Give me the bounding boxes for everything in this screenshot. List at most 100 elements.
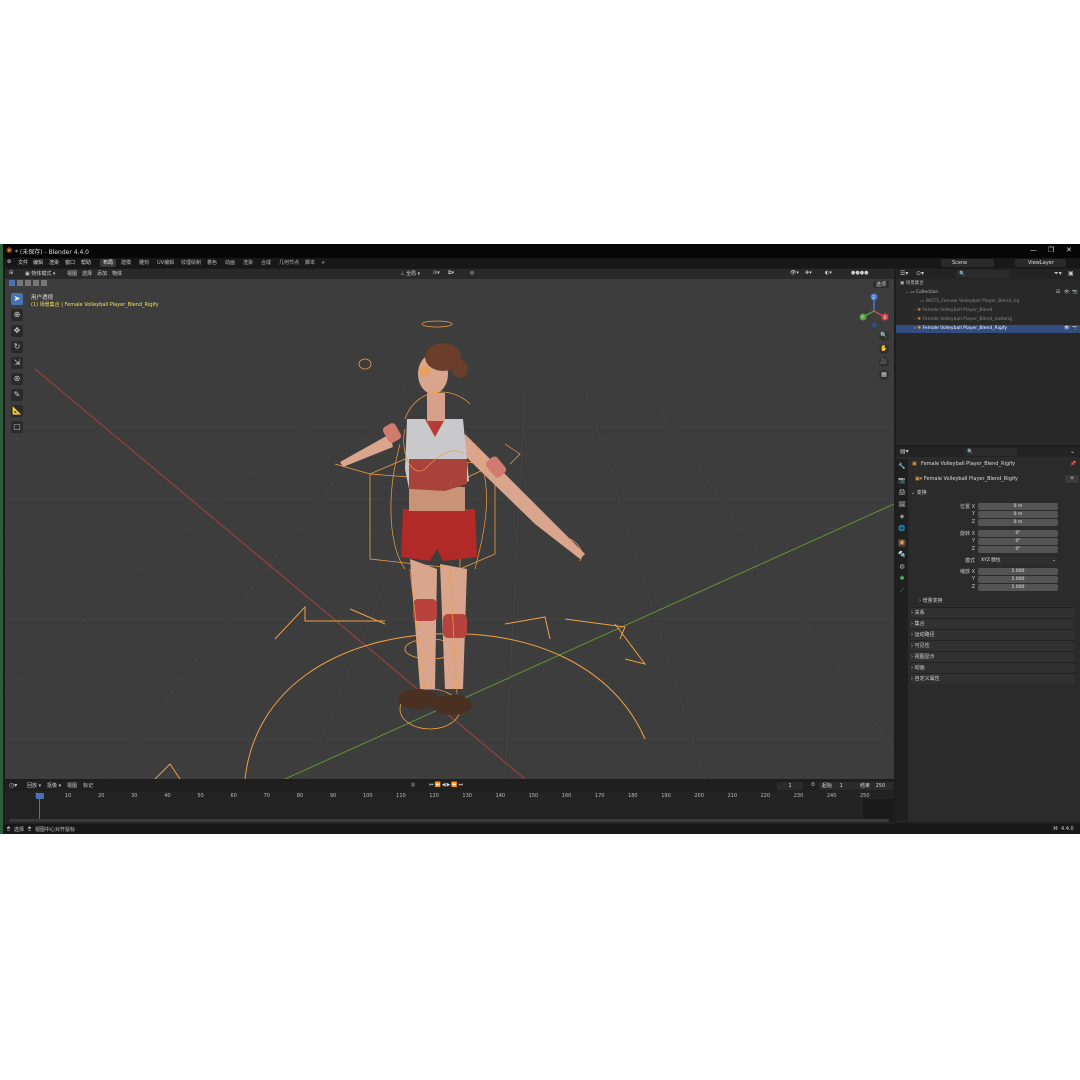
new-collection-icon[interactable]: ▣	[1068, 270, 1074, 277]
add-workspace-button[interactable]: +	[318, 259, 328, 267]
rig-root-control[interactable]	[154, 605, 647, 779]
timeline-ruler[interactable]: 1102030405060708090100110120130140150160…	[5, 781, 894, 824]
panel-motion-paths[interactable]: › 运动路径	[911, 629, 1075, 640]
menu-view[interactable]: 视图	[67, 270, 77, 277]
expand-icon[interactable]: ›	[896, 326, 916, 331]
physics-tab-icon[interactable]: ◍	[898, 563, 906, 571]
filter-icon[interactable]: ⏷▾	[1054, 270, 1062, 278]
outliner-search-input[interactable]: 🔍	[956, 270, 1009, 278]
checkbox-icon[interactable]: ☑	[1056, 289, 1060, 297]
zoom-icon[interactable]: 🔍	[879, 331, 889, 341]
proportional-edit-icon[interactable]: ◎	[470, 270, 474, 276]
blender-menu-icon[interactable]: ⚙	[7, 259, 11, 265]
panel-animation[interactable]: › 动画	[911, 662, 1075, 673]
transform-tool[interactable]: ⊛	[11, 373, 23, 385]
scale-x-field[interactable]: 1.000	[978, 568, 1058, 575]
overlay-icon[interactable]: ◐▾	[825, 270, 832, 276]
close-icon[interactable]: ✕	[1066, 246, 1072, 254]
scene-selector[interactable]: Scene	[941, 259, 994, 267]
scale-z-field[interactable]: 1.000	[978, 584, 1058, 591]
rotation-x-field[interactable]: 0°	[978, 530, 1058, 537]
cursor-tool[interactable]: ⊕	[11, 309, 23, 321]
tab-rendering[interactable]: 渲染	[240, 259, 256, 267]
bone-tab-icon[interactable]: ⟋	[898, 587, 906, 595]
expand-icon[interactable]: ›	[896, 308, 916, 313]
rotation-mode-dropdown[interactable]: XYZ 欧拉 ⌄	[978, 557, 1058, 564]
location-x-field[interactable]: 0 m	[978, 503, 1058, 510]
armature-data-tab-icon[interactable]: ✱	[898, 575, 906, 583]
move-tool[interactable]: ✥	[11, 325, 23, 337]
expand-icon[interactable]: ›	[896, 317, 916, 322]
object-tab-icon[interactable]: ▣	[898, 539, 906, 547]
select-extend-icon[interactable]	[17, 280, 23, 286]
scale-y-field[interactable]: 1.000	[978, 576, 1058, 583]
panel-viewport-display[interactable]: › 视图显示	[911, 651, 1075, 662]
menu-add[interactable]: 添加	[97, 270, 107, 277]
location-z-field[interactable]: 0 m	[978, 519, 1058, 526]
maximize-icon[interactable]: ❐	[1048, 246, 1054, 254]
menu-window[interactable]: 窗口	[65, 259, 75, 266]
navigation-gizmo[interactable]: Z Y X	[857, 291, 891, 329]
menu-select[interactable]: 选择	[82, 270, 92, 277]
panel-visibility[interactable]: › 可见性	[911, 640, 1075, 651]
tab-shading[interactable]: 着色	[204, 259, 220, 267]
3d-viewport[interactable]: ⊞ ▣ 物体模式 ▾ 视图 选择 添加 物体 ⊥ 全局 ▾ ⊙▾ ⧉▾ ◎ 👁▾…	[5, 269, 894, 779]
timeline-scrollbar[interactable]	[9, 819, 889, 822]
visibility-icon[interactable]: 👁▾	[790, 270, 799, 276]
menu-file[interactable]: 文件	[18, 259, 28, 266]
scale-tool[interactable]: ⇲	[11, 357, 23, 369]
display-mode-icon[interactable]: ⊙▾	[916, 270, 924, 277]
menu-render[interactable]: 渲染	[49, 259, 59, 266]
eye-icon[interactable]: 👁	[1064, 325, 1070, 333]
eye-icon[interactable]: 👁	[1064, 289, 1070, 297]
tab-sculpting[interactable]: 雕刻	[136, 259, 152, 267]
select-intersect-icon[interactable]	[41, 280, 47, 286]
transform-orientation-dropdown[interactable]: ⊥ 全局 ▾	[400, 270, 420, 277]
view-layer-tab-icon[interactable]: 🖼	[898, 501, 906, 509]
add-cube-tool[interactable]: ▢	[11, 421, 23, 433]
outliner-editor-icon[interactable]: ☰▾	[900, 270, 908, 277]
panel-relations[interactable]: › 关系	[911, 607, 1075, 618]
add-datablock-button[interactable]: +	[1065, 475, 1079, 483]
menu-help[interactable]: 帮助	[81, 259, 91, 266]
camera-icon[interactable]: 📷	[1072, 289, 1078, 297]
render-tab-icon[interactable]: 📷	[898, 477, 906, 485]
rotation-y-field[interactable]: 0°	[978, 538, 1058, 545]
rotation-z-field[interactable]: 0°	[978, 546, 1058, 553]
perspective-toggle-icon[interactable]: ▦	[879, 370, 889, 380]
select-new-icon[interactable]	[9, 280, 15, 286]
outliner-row-collection[interactable]: ⌄ ▭ Collection ☑ 👁 📷	[896, 289, 1080, 297]
tool-tab-icon[interactable]: 🔧	[898, 463, 906, 471]
gizmo-icon[interactable]: ✥▾	[805, 270, 812, 276]
camera-icon[interactable]: 📷	[1072, 325, 1078, 333]
pivot-icon[interactable]: ⊙▾	[433, 270, 440, 276]
tab-geometry-nodes[interactable]: 几何节点	[276, 259, 302, 267]
tab-modeling[interactable]: 建模	[118, 259, 134, 267]
measure-tool[interactable]: 📐	[11, 405, 23, 417]
delta-transform-panel[interactable]: › 增量变换	[919, 596, 943, 606]
outliner-row-scene-collection[interactable]: ▣ 场景集合	[896, 280, 1080, 288]
panel-custom-properties[interactable]: › 自定义属性	[911, 673, 1075, 684]
modifier-tab-icon[interactable]: 🔩	[898, 551, 906, 559]
panel-collections[interactable]: › 集合	[911, 618, 1075, 629]
view-layer-selector[interactable]: ViewLayer	[1015, 259, 1066, 267]
editor-type-icon[interactable]: ⊞	[9, 270, 13, 276]
menu-object[interactable]: 物体	[112, 270, 122, 277]
pan-hand-icon[interactable]: ✋	[879, 344, 889, 354]
outliner-row-metarig[interactable]: › ✱ Female Volleyball Player_Blend_metar…	[896, 316, 1080, 324]
rotate-tool[interactable]: ↻	[11, 341, 23, 353]
properties-editor-icon[interactable]: ▤▾	[900, 448, 909, 455]
world-tab-icon[interactable]: 🌐	[898, 525, 906, 533]
select-invert-icon[interactable]	[33, 280, 39, 286]
outliner-row-rigify[interactable]: › ✱ Female Volleyball Player_Blend_Rigif…	[896, 325, 1080, 333]
tab-animation[interactable]: 动画	[222, 259, 238, 267]
mode-selector[interactable]: ▣ 物体模式 ▾	[25, 270, 55, 277]
outliner-row-wgts[interactable]: ▭ WGTS_Female Volleyball Player_Blend_ri…	[896, 298, 1080, 306]
shading-solid-icon[interactable]: ●●●●	[851, 270, 868, 276]
minimize-icon[interactable]: —	[1030, 246, 1037, 254]
object-datablock-field[interactable]: ▣▾ Female Volleyball Player_Blend_Rigify	[912, 475, 1065, 483]
properties-options-icon[interactable]: ⌄	[1070, 448, 1075, 455]
select-box-tool[interactable]: ➤	[11, 293, 23, 305]
tab-scripting[interactable]: 脚本	[302, 259, 318, 267]
playhead-marker[interactable]	[36, 793, 44, 799]
